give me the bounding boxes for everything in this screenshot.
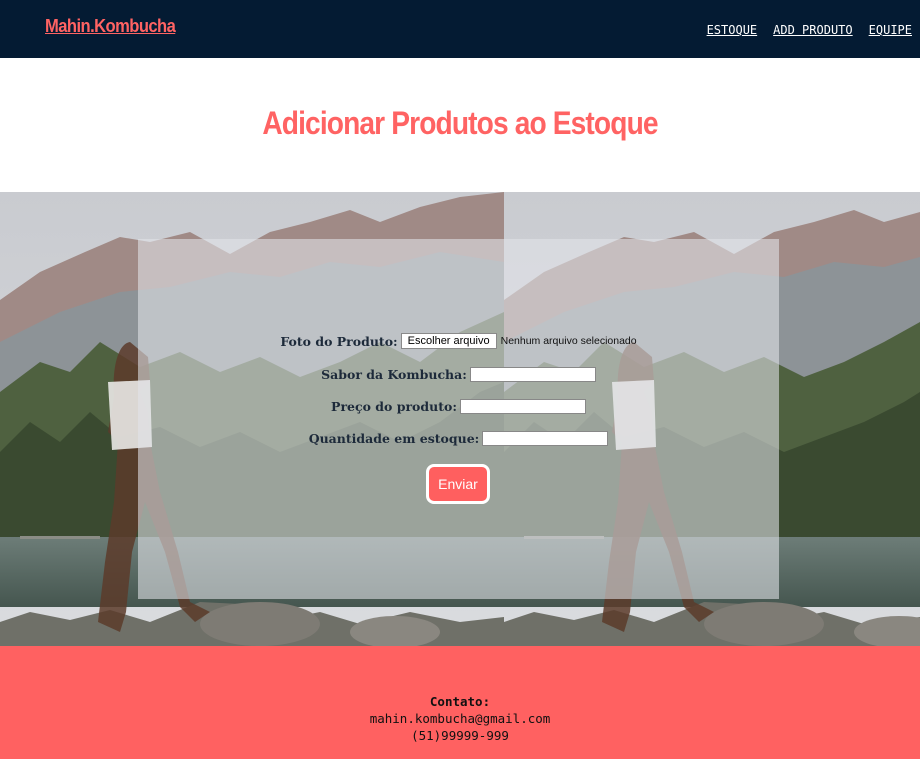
add-product-form: Foto do Produto: Escolher arquivo Nenhum… [138, 239, 779, 599]
price-label: Preço do produto: [331, 399, 457, 414]
contact-title: Contato: [429, 694, 491, 709]
price-input[interactable] [459, 399, 586, 414]
quantity-input[interactable] [482, 431, 609, 446]
nav-link-equipe[interactable]: EQUIPE [869, 23, 912, 37]
price-row: Preço do produto: [138, 399, 779, 414]
top-navbar: Mahin.Kombucha ESTOQUE ADD PRODUTO EQUIP… [0, 0, 920, 58]
photo-row: Foto do Produto: Escolher arquivo Nenhum… [138, 333, 779, 349]
main-nav: ESTOQUE ADD PRODUTO EQUIPE [707, 23, 912, 37]
submit-button[interactable]: Enviar [426, 464, 490, 504]
photo-label: Foto do Produto: [280, 333, 398, 349]
flavor-input[interactable] [469, 367, 596, 382]
quantity-row: Quantidade em estoque: [138, 431, 779, 446]
quantity-label: Quantidade em estoque: [308, 431, 480, 446]
footer: Contato: mahin.kombucha@gmail.com (51)99… [0, 646, 920, 759]
page-title: Adicionar Produtos ao Estoque [262, 105, 658, 141]
brand-logo-link[interactable]: Mahin.Kombucha [45, 16, 176, 37]
contact-email: mahin.kombucha@gmail.com [369, 711, 551, 726]
flavor-row: Sabor da Kombucha: [138, 367, 779, 382]
file-status-text: Nenhum arquivo selecionado [500, 335, 637, 347]
nav-link-add-produto[interactable]: ADD PRODUTO [773, 23, 852, 37]
contact-phone: (51)99999-999 [411, 728, 509, 743]
flavor-label: Sabor da Kombucha: [321, 367, 467, 382]
choose-file-button[interactable]: Escolher arquivo [400, 333, 497, 349]
nav-link-estoque[interactable]: ESTOQUE [707, 23, 758, 37]
